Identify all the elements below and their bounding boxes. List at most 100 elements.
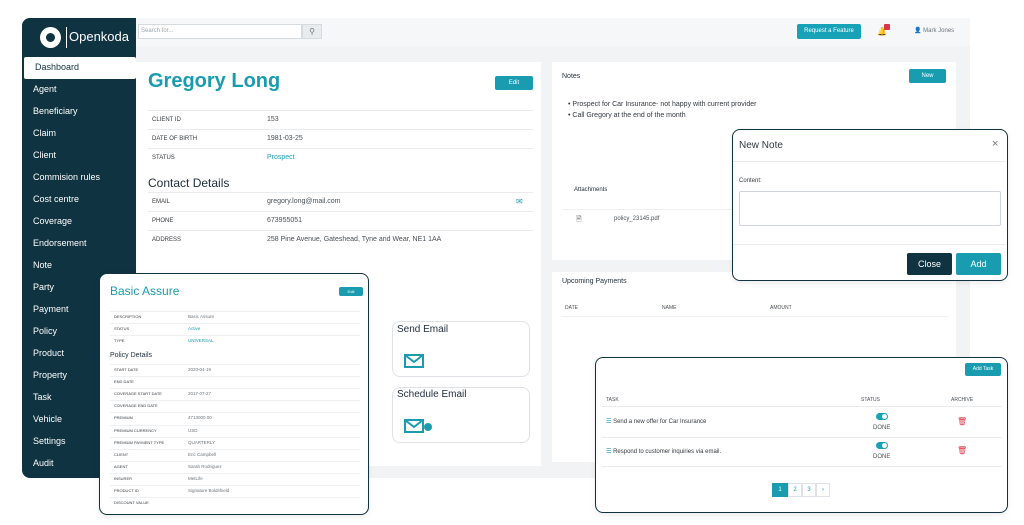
add-task-button[interactable]: Add Task (965, 363, 1001, 376)
note-item: • Prospect for Car Insurance- not happy … (568, 101, 757, 108)
policy-field-label: DESCRIPTION (114, 314, 142, 319)
tasks-col-archive: ARCHIVE (951, 397, 974, 403)
search-input[interactable]: Search for... (138, 24, 302, 39)
page-1[interactable]: 1 (772, 483, 788, 497)
status-value: Prospect (267, 154, 295, 161)
client-row (148, 110, 533, 129)
policy-detail-label: AGENT (114, 463, 128, 469)
divider (562, 209, 736, 210)
contact-row (148, 211, 533, 230)
task-row[interactable]: ☰ Respond to customer inquiries via emai… (606, 448, 721, 455)
divider (110, 448, 360, 450)
policy-field-value: UNIVERSAL (188, 338, 214, 343)
new-note-button[interactable]: New (909, 69, 946, 83)
status-toggle[interactable] (876, 442, 888, 449)
policy-detail-label: PREMIUM PAYMENT TYPE (114, 439, 165, 445)
divider (110, 412, 360, 414)
mail-icon[interactable]: ✉ (516, 197, 523, 206)
policy-detail-value: 2017-07-27 (188, 391, 212, 397)
page-3[interactable]: 3 (802, 483, 816, 497)
policy-detail-label: END DATE (114, 379, 134, 385)
list-icon: ☰ (606, 449, 612, 455)
dob-value: 1981-03-25 (267, 135, 303, 142)
divider (110, 472, 360, 474)
sidebar-item-coverage[interactable]: Coverage (22, 211, 136, 233)
policy-field-label: TYPE (114, 338, 125, 343)
divider (110, 388, 360, 390)
trash-icon[interactable]: 🗑 (957, 446, 967, 455)
add-note-button[interactable]: Add (956, 253, 1001, 275)
divider (110, 497, 360, 499)
next-page-button[interactable]: › (816, 483, 830, 497)
policy-card: Basic Assure Edit DESCRIPTION Basic Assur… (99, 273, 369, 515)
brand[interactable]: Openkoda (22, 18, 136, 56)
user-menu[interactable]: 👤 Mark Jones (914, 27, 954, 34)
tasks-col-status: STATUS (861, 397, 880, 403)
edit-client-button[interactable]: Edit (495, 76, 533, 90)
sidebar-item-claim[interactable]: Claim (22, 123, 136, 145)
envelope-icon (404, 354, 424, 368)
sidebar-item-endorsement[interactable]: Endorsement (22, 233, 136, 255)
upcoming-payments-title: Upcoming Payments (562, 278, 627, 285)
page-2[interactable]: 2 (788, 483, 802, 497)
policy-detail-value: MetLife (188, 475, 203, 481)
edit-policy-button[interactable]: Edit (339, 287, 363, 296)
content-textarea[interactable] (739, 191, 1001, 226)
policy-detail-value: QUARTERLY (188, 439, 216, 445)
client-row (148, 148, 533, 167)
attachment-file[interactable]: policy_23145.pdf (614, 216, 659, 222)
close-button[interactable]: Close (907, 253, 952, 275)
phone-label: PHONE (152, 218, 174, 224)
client-id-value: 153 (267, 116, 279, 123)
status-label: STATUS (152, 155, 175, 161)
policy-detail-label: DISCOUNT VALUE (114, 500, 149, 506)
search-icon[interactable]: ⚲ (302, 24, 322, 39)
client-id-label: CLIENT ID (152, 117, 181, 123)
sidebar-item-cost-centre[interactable]: Cost centre (22, 189, 136, 211)
policy-detail-value: Sarah Rodriguez (188, 463, 222, 469)
sidebar-item-client[interactable]: Client (22, 145, 136, 167)
new-note-modal: New Note × Content: Close Add (732, 129, 1008, 281)
policy-detail-value: 4713000.00 (188, 415, 212, 421)
payments-col-date: DATE (565, 305, 578, 311)
trash-icon[interactable]: 🗑 (957, 417, 967, 426)
divider (562, 316, 948, 317)
modal-title: New Note (739, 140, 783, 151)
divider (110, 364, 360, 365)
logo-divider (66, 27, 67, 48)
divider (602, 406, 1002, 407)
divider (110, 436, 360, 438)
policy-detail-value: Signature Boldshield (188, 488, 230, 493)
policy-detail-label: START DATE (114, 367, 139, 372)
attachments-title: Attachments (574, 187, 608, 193)
sidebar-item-beneficiary[interactable]: Beneficiary (22, 101, 136, 123)
policy-detail-label: COVERAGE END DATE (114, 403, 158, 409)
file-icon: 🗎 (576, 216, 582, 223)
scheduled-envelope-icon (404, 419, 432, 433)
sidebar-item-dashboard[interactable]: Dashboard (24, 57, 136, 79)
request-feature-button[interactable]: Request a Feature (797, 24, 861, 39)
sidebar-item-commision-rules[interactable]: Commision rules (22, 167, 136, 189)
divider (733, 244, 1006, 245)
address-value: 258 Pine Avenue, Gateshead, Tyne and Wea… (267, 236, 442, 243)
policy-detail-label: PREMIUM CURRENCY (114, 427, 157, 433)
content-label: Content: (739, 178, 762, 184)
task-status: DONE (873, 454, 891, 460)
task-name: Respond to customer inquiries via email. (613, 449, 722, 455)
logo-icon (40, 27, 61, 48)
policy-detail-value: 2020-04-19 (188, 367, 212, 372)
user-name: Mark Jones (923, 28, 955, 34)
email-value: gregory.long@mail.com (267, 198, 341, 205)
policy-detail-label: PRODUCT ID (114, 488, 139, 493)
tasks-col-task: TASK (606, 397, 619, 403)
note-item: • Call Gregory at the end of the month (568, 112, 686, 119)
sidebar-item-agent[interactable]: Agent (22, 79, 136, 101)
client-name: Gregory Long (148, 70, 281, 92)
list-icon: ☰ (606, 419, 612, 425)
policy-title: Basic Assure (110, 284, 180, 298)
close-icon[interactable]: × (992, 138, 998, 150)
status-toggle[interactable] (876, 413, 888, 420)
task-status: DONE (873, 425, 891, 431)
task-row[interactable]: ☰ Send a new offer for Car Insurance (606, 418, 706, 425)
divider (110, 311, 360, 312)
